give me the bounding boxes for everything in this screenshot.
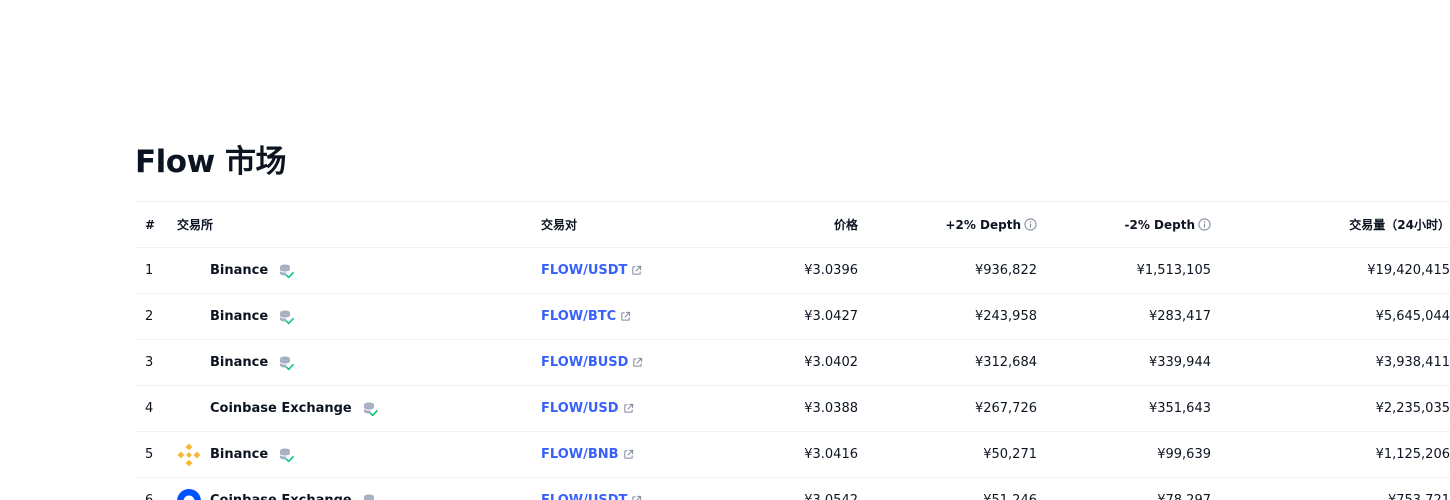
volume-value: ¥19,420,415 xyxy=(1211,247,1450,294)
depth-minus-value: ¥351,643 xyxy=(1037,385,1211,432)
exchange-name-link[interactable]: Binance xyxy=(210,263,268,278)
depth-minus-value: ¥283,417 xyxy=(1037,293,1211,340)
external-link-icon[interactable] xyxy=(631,495,642,500)
exchange-name-link[interactable]: Binance xyxy=(210,447,268,462)
depth-minus-value: ¥1,513,105 xyxy=(1037,247,1211,294)
price-value: ¥3.0416 xyxy=(728,431,858,478)
depth-plus-value: ¥312,684 xyxy=(858,339,1037,386)
volume-value: ¥2,235,035 xyxy=(1211,385,1450,432)
markets-table: # 交易所 交易对 价格 +2% Depth -2% Depth 交易量（24小… xyxy=(136,201,1450,500)
pair-cell: FLOW/USDT xyxy=(541,477,728,500)
external-link-icon[interactable] xyxy=(623,403,634,414)
binance-logo-icon xyxy=(177,443,201,466)
database-check-icon[interactable] xyxy=(278,309,295,325)
header-depth-plus[interactable]: +2% Depth xyxy=(858,201,1037,248)
depth-plus-value: ¥936,822 xyxy=(858,247,1037,294)
depth-minus-value: ¥99,639 xyxy=(1037,431,1211,478)
database-check-icon[interactable] xyxy=(278,447,295,463)
price-value: ¥3.0427 xyxy=(728,293,858,340)
volume-value: ¥1,125,206 xyxy=(1211,431,1450,478)
price-value: ¥3.0396 xyxy=(728,247,858,294)
table-row: 1 Binance FLOW/USDT ¥3.0396 ¥936,822 ¥1,513,1… xyxy=(136,247,1450,294)
header-pair[interactable]: 交易对 xyxy=(541,201,728,248)
header-exchange[interactable]: 交易所 xyxy=(177,201,541,248)
depth-plus-value: ¥51,246 xyxy=(858,477,1037,500)
page-title: Flow 市场 xyxy=(135,144,287,180)
database-check-icon[interactable] xyxy=(362,401,378,417)
exchange-cell: Coinbase Exchange xyxy=(177,385,541,432)
table-row: 4 Coinbase Exchange FLOW/USD ¥3.0388 ¥267,72… xyxy=(136,385,1450,432)
row-rank: 5 xyxy=(136,431,177,478)
header-price[interactable]: 价格 xyxy=(728,201,858,248)
depth-plus-value: ¥243,958 xyxy=(858,293,1037,340)
pair-link[interactable]: FLOW/USDT xyxy=(541,263,627,278)
exchange-cell: Binance xyxy=(177,247,541,294)
pair-link[interactable]: FLOW/BTC xyxy=(541,309,616,324)
row-rank: 3 xyxy=(136,339,177,386)
depth-plus-value: ¥267,726 xyxy=(858,385,1037,432)
exchange-cell: Binance xyxy=(177,339,541,386)
info-icon[interactable] xyxy=(1198,217,1211,231)
database-check-icon[interactable] xyxy=(278,263,295,279)
header-depth-minus[interactable]: -2% Depth xyxy=(1037,201,1211,248)
depth-minus-value: ¥78,297 xyxy=(1037,477,1211,500)
pair-link[interactable]: FLOW/USDT xyxy=(541,493,627,500)
pair-cell: FLOW/BNB xyxy=(541,431,728,478)
exchange-cell: Coinbase Exchange xyxy=(177,477,541,500)
pair-cell: FLOW/BUSD xyxy=(541,339,728,386)
header-depth-minus-label: -2% Depth xyxy=(1124,217,1196,232)
price-value: ¥3.0388 xyxy=(728,385,858,432)
row-rank: 2 xyxy=(136,293,177,340)
exchange-name-link[interactable]: Binance xyxy=(210,355,268,370)
external-link-icon[interactable] xyxy=(620,311,631,322)
pair-link[interactable]: FLOW/USD xyxy=(541,401,619,416)
header-depth-plus-label: +2% Depth xyxy=(945,217,1021,232)
row-rank: 4 xyxy=(136,385,177,432)
pair-cell: FLOW/USDT xyxy=(541,247,728,294)
exchange-name-link[interactable]: Binance xyxy=(210,309,268,324)
price-value: ¥3.0402 xyxy=(728,339,858,386)
pair-link[interactable]: FLOW/BNB xyxy=(541,447,619,462)
table-row: 3 Binance FLOW/BUSD ¥3.0402 ¥312,684 ¥339,944… xyxy=(136,339,1450,386)
exchange-name-link[interactable]: Coinbase Exchange xyxy=(210,493,352,500)
exchange-cell: Binance xyxy=(177,431,541,478)
exchange-cell: Binance xyxy=(177,293,541,340)
table-header-row: # 交易所 交易对 价格 +2% Depth -2% Depth 交易量（24小… xyxy=(136,201,1450,248)
header-volume[interactable]: 交易量（24小时） xyxy=(1211,201,1450,248)
header-rank[interactable]: # xyxy=(136,201,177,248)
pair-cell: FLOW/BTC xyxy=(541,293,728,340)
pair-cell: FLOW/USD xyxy=(541,385,728,432)
coinbase-logo-icon xyxy=(177,488,201,500)
volume-value: ¥3,938,411 xyxy=(1211,339,1450,386)
info-icon[interactable] xyxy=(1024,217,1037,231)
row-rank: 6 xyxy=(136,477,177,500)
table-row: 2 Binance FLOW/BTC ¥3.0427 ¥243,958 ¥283,417 ¥… xyxy=(136,293,1450,340)
volume-value: ¥5,645,044 xyxy=(1211,293,1450,340)
price-value: ¥3.0542 xyxy=(728,477,858,500)
row-rank: 1 xyxy=(136,247,177,294)
external-link-icon[interactable] xyxy=(623,449,634,460)
database-check-icon[interactable] xyxy=(278,355,295,371)
table-row: 6 Coinbase Exchange FLOW/USDT ¥3.0542¥51,24… xyxy=(136,477,1450,500)
database-check-icon[interactable] xyxy=(362,493,378,500)
exchange-name-link[interactable]: Coinbase Exchange xyxy=(210,401,352,416)
depth-minus-value: ¥339,944 xyxy=(1037,339,1211,386)
external-link-icon[interactable] xyxy=(632,357,643,368)
table-row: 5 Binance FLOW/BNB ¥3.0416 ¥50,271 ¥99,639 ¥1,… xyxy=(136,431,1450,478)
markets-page: Flow 市场 # 交易所 交易对 价格 +2% Depth -2% Depth… xyxy=(0,0,1450,500)
volume-value: ¥753,721 xyxy=(1211,477,1450,500)
pair-link[interactable]: FLOW/BUSD xyxy=(541,355,628,370)
external-link-icon[interactable] xyxy=(631,265,642,276)
depth-plus-value: ¥50,271 xyxy=(858,431,1037,478)
